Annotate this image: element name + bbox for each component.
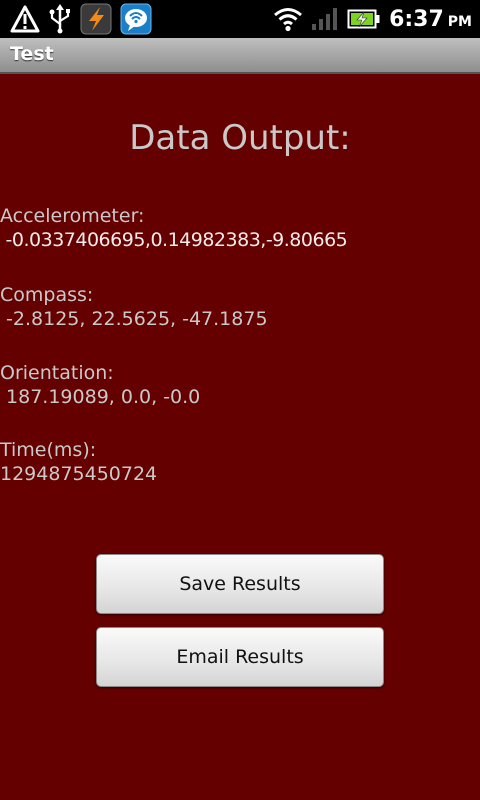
- lightning-app-icon[interactable]: [80, 3, 112, 35]
- compass-value: -2.8125, 22.5625, -47.1875: [0, 308, 268, 330]
- clock-time: 6:37: [389, 6, 444, 32]
- clock: 6:37 PM: [389, 7, 472, 32]
- warning-icon: [10, 5, 40, 33]
- usb-icon: [48, 4, 72, 34]
- time-value: 1294875450724: [0, 463, 158, 485]
- wifi-icon: [273, 6, 303, 32]
- time-label: Time(ms):: [0, 439, 97, 461]
- orientation-value: 187.19089, 0.0, -0.0: [0, 386, 201, 408]
- notification-icons: [10, 3, 152, 35]
- app-title: Test: [10, 43, 54, 65]
- battery-charging-icon: [347, 8, 381, 30]
- messaging-app-icon[interactable]: [120, 3, 152, 35]
- save-results-button[interactable]: Save Results: [96, 554, 384, 614]
- accelerometer-value: -0.0337406695,0.14982383,-9.80665: [0, 229, 348, 251]
- accelerometer-label: Accelerometer:: [0, 205, 145, 227]
- system-icons: 6:37 PM: [273, 3, 472, 35]
- title-bar: Test: [0, 38, 480, 74]
- page-heading: Data Output:: [129, 118, 351, 158]
- status-bar: 6:37 PM: [0, 0, 480, 38]
- email-results-button[interactable]: Email Results: [96, 627, 384, 687]
- clock-ampm: PM: [447, 13, 472, 30]
- signal-icon: [311, 6, 339, 32]
- compass-label: Compass:: [0, 284, 94, 306]
- orientation-label: Orientation:: [0, 362, 114, 384]
